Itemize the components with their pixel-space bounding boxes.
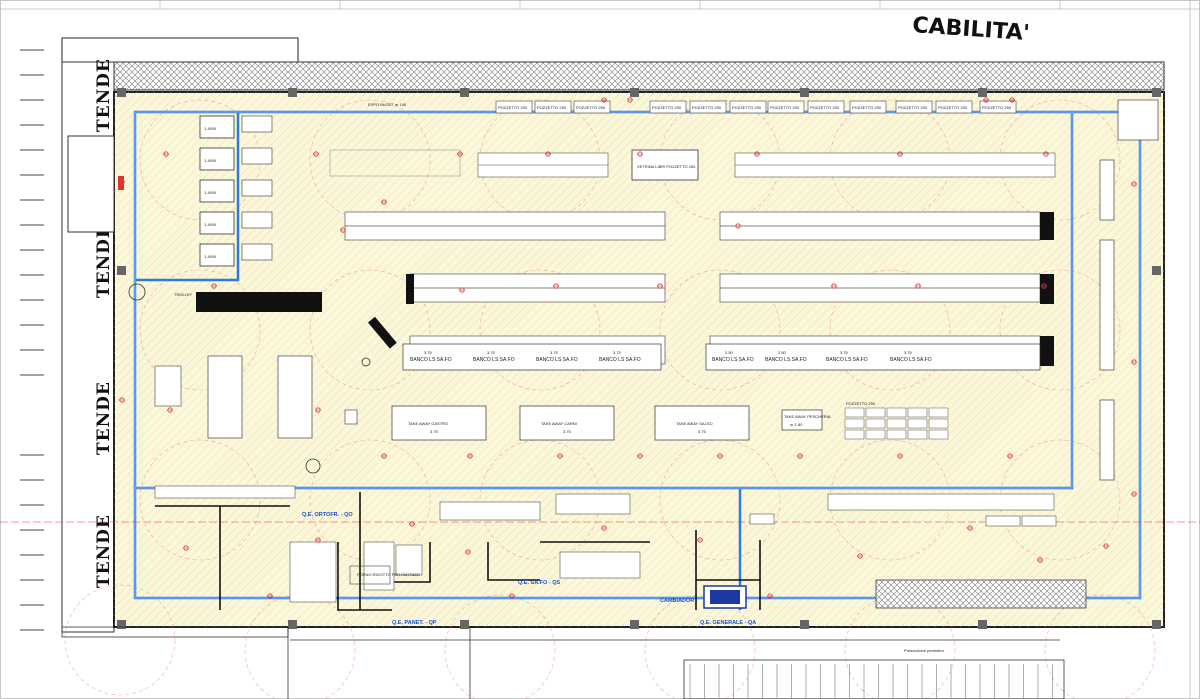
banco-left-size-4: 3.75	[613, 350, 622, 355]
banco-left-size-3: 3.75	[550, 350, 559, 355]
pozzetto-row: POZZETTO 250 POZZETTO 250 POZZETTO 250 POZZ…	[495, 100, 1017, 114]
pozzetto-cell	[865, 407, 886, 418]
vetrina-label: VETRINA LIBRI POZZETTO 250	[637, 164, 696, 169]
pozzetto-label: POZZETTO 250	[576, 105, 606, 110]
pozzetto-cell	[844, 418, 865, 429]
tende-label-4: TENDE	[94, 514, 114, 588]
tende-label-3: TENDE	[94, 381, 114, 455]
take-away-size-1: 3.75	[430, 429, 439, 434]
column-symbol	[344, 409, 358, 425]
panel-qp: Q.E. PANET. - QP	[392, 620, 437, 626]
tende-label-2: TENDE	[94, 224, 114, 298]
floor-plan-drawing: CABILITA' TENDE TENDE TENDE TENDE EXPO I…	[0, 0, 1200, 699]
pozzetto-cell	[907, 407, 928, 418]
pozzetto-label: POZZETTO 250	[770, 105, 800, 110]
pozzetto-cell	[928, 429, 949, 440]
pozzetto-cell	[886, 407, 907, 418]
banco-left-4: BANCO LS SA.FO	[599, 357, 641, 363]
pozzetto-label: POZZETTO 250	[498, 105, 528, 110]
banco-right-size-2: 2.50	[778, 350, 787, 355]
banco-right	[705, 343, 1041, 371]
cross-hatch-area	[875, 579, 1087, 609]
banco-left-3: BANCO LS SA.FO	[536, 357, 578, 363]
take-away-size-3: 3.75	[698, 429, 707, 434]
pozzetto-label: POZZETTO 250	[898, 105, 928, 110]
banco-right-4: BANCO LS SA.FO	[890, 357, 932, 363]
bottom-stripes	[689, 664, 1053, 699]
expo-label: EXPO IN/OUT nr 140	[368, 102, 407, 107]
pozzetto-label: POZZETTO 250	[938, 105, 968, 110]
pozzetto-cell	[865, 429, 886, 440]
bottom-structures	[61, 626, 1065, 699]
cold-room-1: 1.4500	[204, 126, 217, 131]
pozzetto-label: POZZETTO 250	[692, 105, 722, 110]
banco-right-size-1: 2.50	[725, 350, 734, 355]
panel-cambiador: CAMBIADOR	[660, 598, 694, 604]
pozzetto-label: POZZETTO 250	[810, 105, 840, 110]
panel-qo: Q.E. ORTOFR. - QO	[302, 512, 353, 518]
banco-left-size-2: 3.75	[487, 350, 496, 355]
header-text: CABILITA'	[912, 13, 1031, 46]
banco-right-size-3: 3.75	[840, 350, 849, 355]
cold-room-5: 1.4500	[204, 254, 217, 259]
pozzetto-cell	[928, 407, 949, 418]
outer-wall-band	[61, 61, 1165, 91]
forno-label: FORNO RIGOTTO PER PARTNER	[357, 572, 420, 577]
take-away-3: TAKE AWAY SALSO	[676, 421, 713, 426]
entrance-door	[118, 176, 124, 190]
pozzetto-grid-label: POZZETTO 250	[846, 401, 876, 406]
take-away-size-2: 3.75	[563, 429, 572, 434]
pozzetto-label: POZZETTO 250	[852, 105, 882, 110]
pozzetto-cell	[907, 418, 928, 429]
pozzetto-cell	[865, 418, 886, 429]
take-away-size-4: nr 1.80	[790, 422, 803, 427]
pozzetto-cell	[844, 407, 865, 418]
pozzetto-label: POZZETTO 250	[732, 105, 762, 110]
take-away-1: TAKE AWAY GASTRO	[408, 421, 448, 426]
general-panel-fill	[710, 590, 740, 604]
entrance-vestibule	[67, 135, 115, 233]
pozzetto-cell	[844, 429, 865, 440]
trolley-label: TROLLEY	[174, 292, 193, 297]
cold-room-4: 1.4500	[204, 222, 217, 227]
pozzetto-label: POZZETTO 250	[537, 105, 567, 110]
take-away-2: TAKE AWAY CARNI	[541, 421, 577, 426]
checkout-bar	[196, 292, 322, 312]
panel-qs: Q.E. SA.FO - QS	[518, 580, 561, 586]
pozzetto-cell	[907, 429, 928, 440]
take-away-4: TAKE AWAY PESCHERIA	[784, 414, 831, 419]
shelf-rows-top	[477, 152, 1056, 178]
pozzetto-cell	[886, 429, 907, 440]
pozzetto-cell	[886, 418, 907, 429]
pozzetto-label: POZZETTO 250	[982, 105, 1012, 110]
cold-room-2: 1.4500	[204, 158, 217, 163]
info-box	[154, 365, 182, 407]
pozzetto-cell	[928, 418, 949, 429]
bottom-right-label: Prescrizione perimetro	[904, 648, 945, 653]
banco-left-size-1: 3.75	[424, 350, 433, 355]
banco-right-3: BANCO LS SA.FO	[826, 357, 868, 363]
banco-left-2: BANCO LS SA.FO	[473, 357, 515, 363]
banco-right-size-4: 3.75	[904, 350, 913, 355]
banco-left-1: BANCO LS SA.FO	[410, 357, 452, 363]
banco-right-1: BANCO LS SA.FO	[712, 357, 754, 363]
pozzetto-label: POZZETTO 250	[652, 105, 682, 110]
panel-qa: Q.E. GENERALE - QA	[700, 620, 756, 626]
left-tick-marks	[20, 49, 44, 631]
tende-label-1: TENDE	[94, 58, 114, 132]
banco-right-2: BANCO LS SA.FO	[765, 357, 807, 363]
cold-room-3: 1.4500	[204, 190, 217, 195]
